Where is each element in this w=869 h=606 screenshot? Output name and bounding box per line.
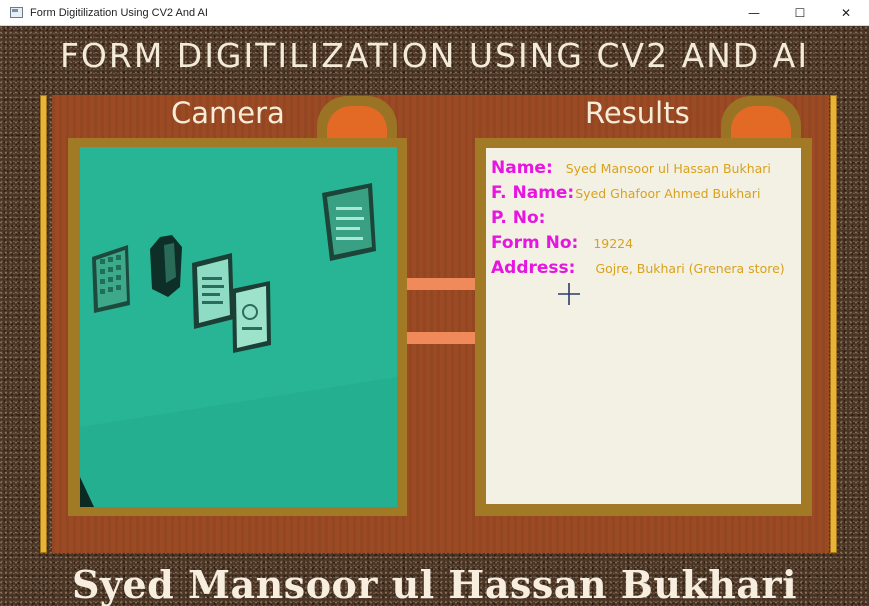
camera-tab-decoration	[317, 96, 397, 138]
author-name-footer: Syed Mansoor ul Hassan Bukhari	[71, 562, 797, 606]
wall-poster-grid	[92, 245, 130, 313]
maximize-button[interactable]: ☐	[777, 0, 823, 26]
wall-frame-one	[192, 253, 234, 329]
results-tab-inner	[731, 106, 791, 138]
window-app-icon	[10, 7, 23, 18]
results-label: Results	[585, 96, 690, 130]
wall-frame-three	[322, 183, 376, 261]
close-button[interactable]: ✕	[823, 0, 869, 26]
field-row-address: Address: Gojre, Bukhari (Grenera store)	[491, 258, 785, 282]
left-rail	[40, 95, 47, 553]
window-titlebar[interactable]: Form Digitilization Using CV2 And AI — ☐…	[0, 0, 869, 26]
camera-feed	[80, 147, 397, 507]
connector-bar-top	[407, 278, 475, 290]
window-controls: — ☐ ✕	[731, 0, 869, 26]
field-row-p-no: P. No:	[491, 208, 558, 232]
field-label-address: Address:	[491, 258, 576, 278]
field-value-father-name: Syed Ghafoor Ahmed Bukhari	[575, 186, 761, 201]
crosshair-cursor-icon	[558, 283, 580, 305]
field-row-name: Name: Syed Mansoor ul Hassan Bukhari	[491, 158, 771, 182]
app-title: FORM DIGITILIZATION USING CV2 AND AI	[59, 36, 810, 75]
field-value-form-no: 19224	[593, 236, 634, 251]
results-tab-decoration	[721, 96, 801, 138]
field-label-name: Name:	[491, 158, 553, 178]
field-row-father-name: F. Name: Syed Ghafoor Ahmed Bukhari	[491, 183, 760, 207]
field-row-form-no: Form No: 19224	[491, 233, 633, 257]
field-value-address: Gojre, Bukhari (Grenera store)	[595, 261, 785, 276]
field-label-father-name: F. Name:	[491, 183, 575, 203]
field-value-name: Syed Mansoor ul Hassan Bukhari	[565, 161, 771, 176]
camera-label: Camera	[171, 96, 285, 130]
wall-frame-two	[232, 281, 271, 353]
window-title: Form Digitilization Using CV2 And AI	[30, 6, 208, 19]
right-rail	[830, 95, 837, 553]
field-label-p-no: P. No:	[491, 208, 546, 228]
minimize-button[interactable]: —	[731, 0, 777, 26]
camera-tab-inner	[327, 106, 387, 138]
camera-scene	[80, 147, 397, 507]
field-label-form-no: Form No:	[491, 233, 579, 253]
connector-bar-bottom	[407, 332, 475, 344]
